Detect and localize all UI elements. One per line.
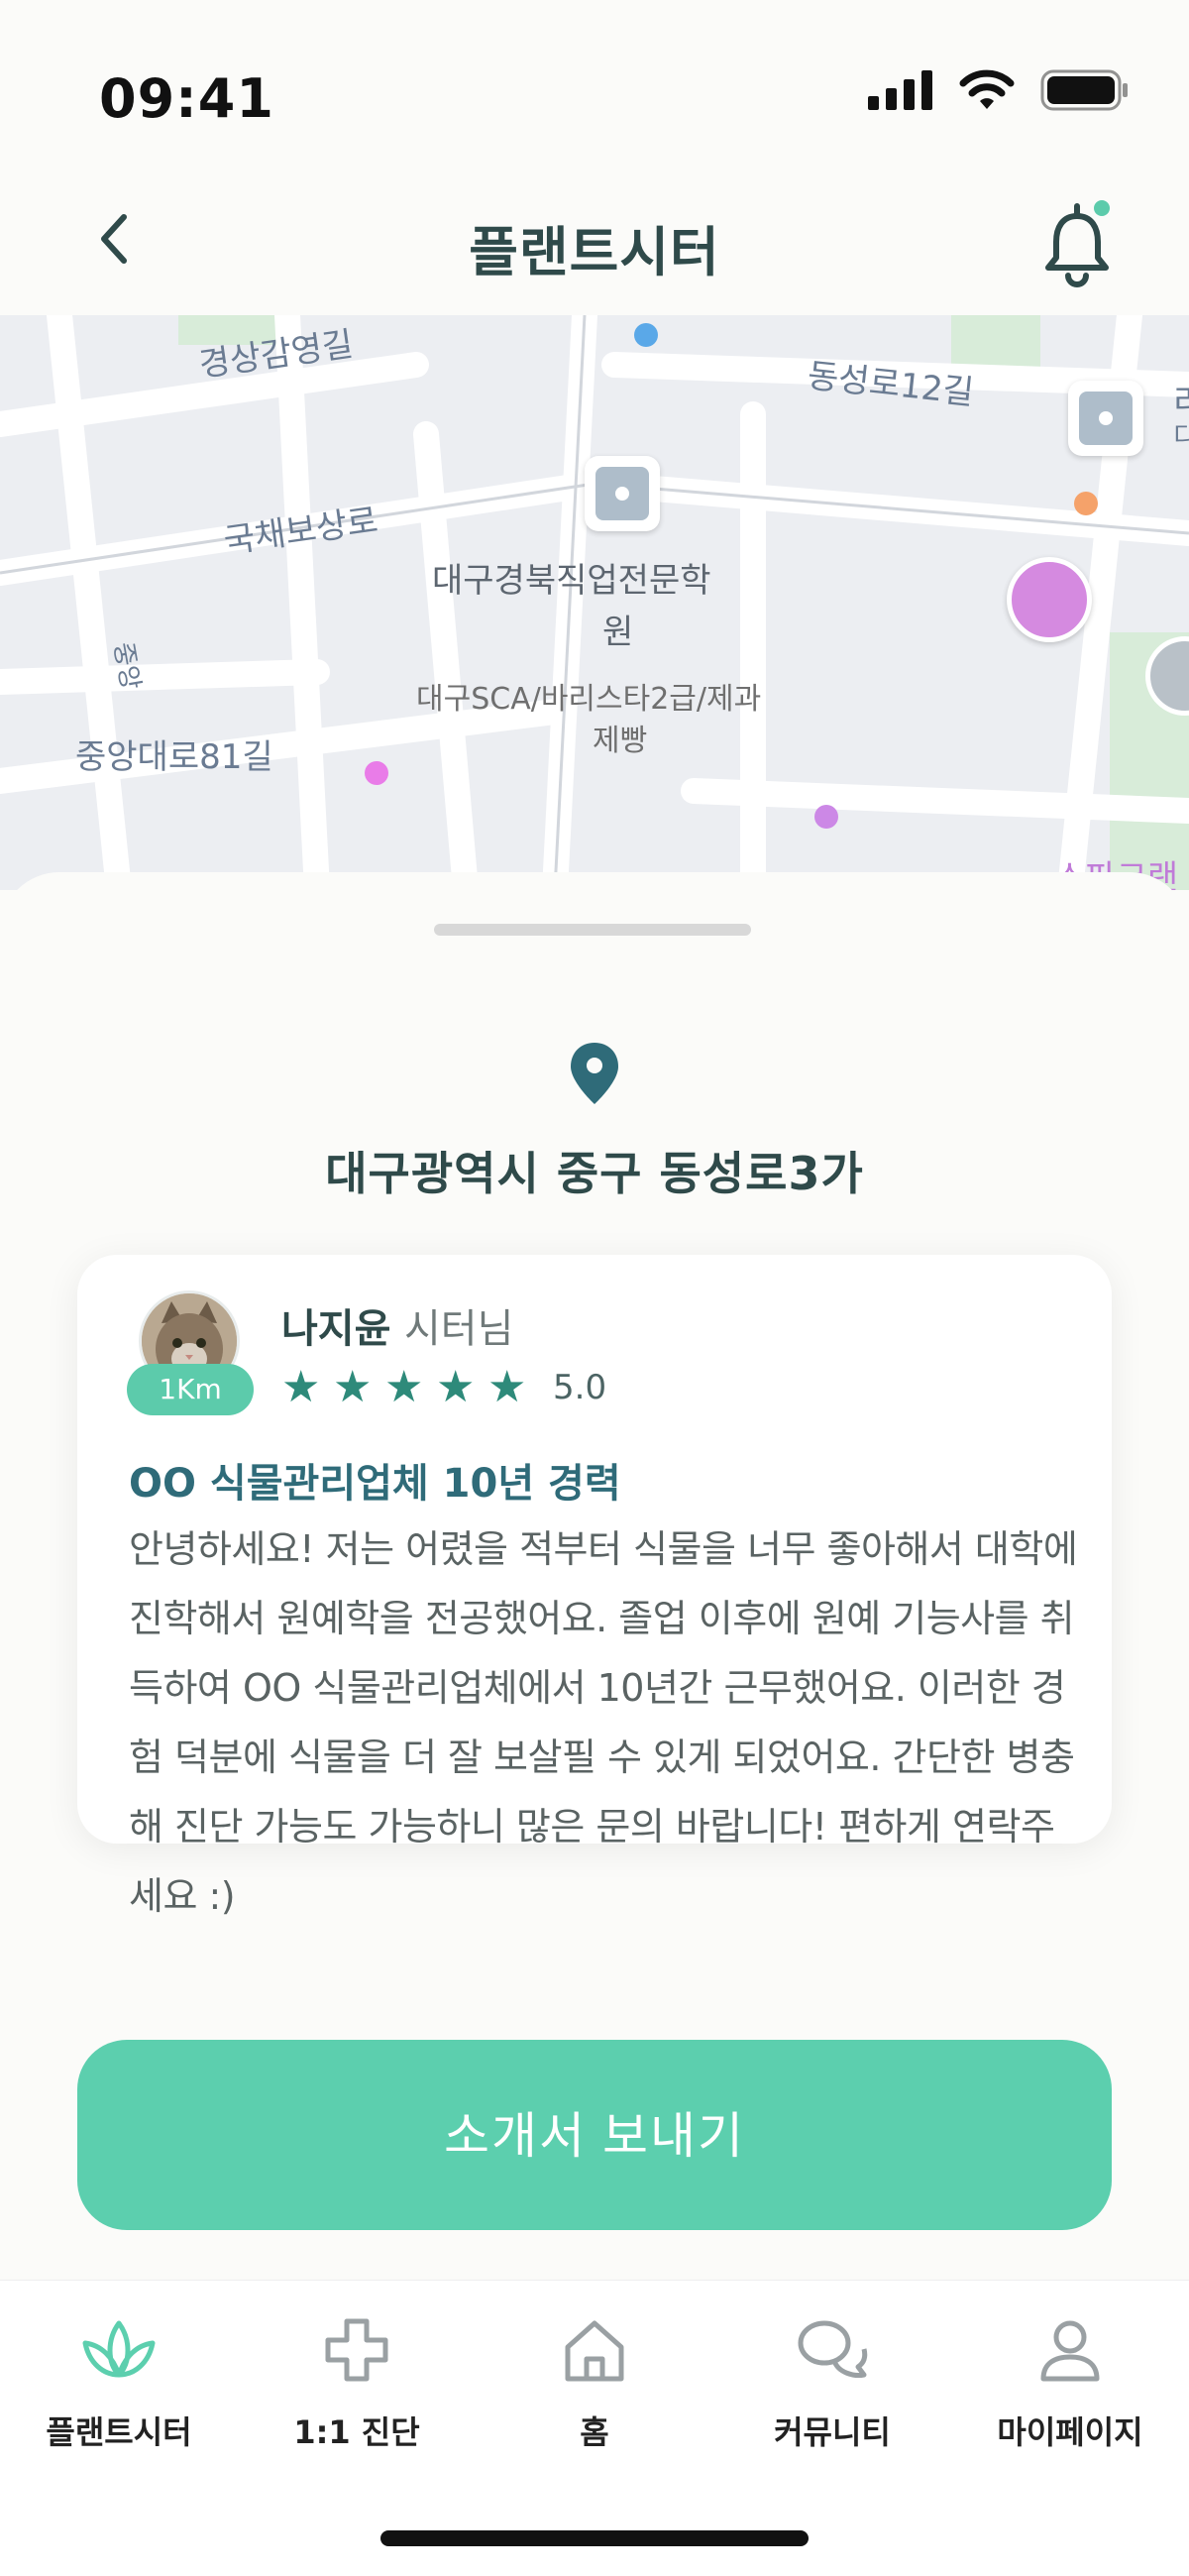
map-dot-purple	[814, 805, 838, 829]
nav-label: 플랜트시터	[46, 2413, 192, 2451]
medical-cross-icon	[317, 2310, 396, 2390]
map-label-academy-sub: 대구SCA/바리스타2급/제과	[416, 682, 762, 717]
map-poi-marker[interactable]	[585, 456, 660, 531]
nav-item-diagnosis[interactable]: 1:1 진단	[238, 2310, 476, 2469]
app-header: 플랜트시터	[0, 168, 1189, 315]
user-icon	[1030, 2310, 1110, 2390]
map-label-academy-sub-2: 제빵	[593, 724, 648, 758]
rating-value: 5.0	[553, 1368, 607, 1407]
battery-icon	[1040, 69, 1130, 115]
wifi-icon	[959, 69, 1015, 115]
status-icons	[868, 69, 1130, 115]
home-icon	[555, 2310, 634, 2390]
map-label-academy: 대구경북직업전문학	[432, 561, 711, 601]
map-dot-blue	[634, 323, 658, 347]
nav-item-home[interactable]: 홈	[476, 2310, 713, 2469]
page-title: 플랜트시터	[469, 221, 720, 283]
status-bar: 09:41	[0, 0, 1189, 168]
star-icon: ★	[333, 1362, 373, 1412]
rating-stars: ★ ★ ★ ★ ★ 5.0	[281, 1366, 606, 1409]
bottom-nav: 플랜트시터 1:1 진단 홈 커뮤니티 마이페이지	[0, 2280, 1189, 2576]
star-icon: ★	[281, 1362, 321, 1412]
sitter-role: 시터님	[404, 1306, 514, 1352]
sitter-introduction: 안녕하세요! 저는 어렸을 적부터 식물을 너무 좋아해서 대학에 진학해서 원…	[129, 1527, 1078, 1918]
nav-item-community[interactable]: 커뮤니티	[713, 2310, 951, 2469]
map-shop-marker[interactable]	[1007, 557, 1092, 642]
nav-label: 홈	[580, 2413, 609, 2451]
nav-label: 마이페이지	[997, 2413, 1143, 2451]
map-view[interactable]: 경상감영길 동성로12길 국채보상로 대구경북직업전문학 원 대구SCA/바리스…	[0, 315, 1189, 890]
bottom-sheet: 대구광역시 중구 동성로3가 1Km 나지윤 시터님 ★ ★ ★ ★ ★ 5.0	[0, 872, 1189, 2280]
address-text: 대구광역시 중구 동성로3가	[325, 1147, 864, 1200]
lotus-icon	[79, 2310, 159, 2390]
nav-item-plantsitter[interactable]: 플랜트시터	[0, 2310, 238, 2469]
map-label-jungang: 중앙대로81길	[75, 737, 273, 777]
sitter-headline: OO 식물관리업체 10년 경력	[129, 1461, 621, 1507]
map-poi-marker-right[interactable]	[1068, 381, 1143, 456]
star-icon: ★	[384, 1362, 424, 1412]
notification-dot	[1094, 200, 1110, 216]
sheet-drag-handle[interactable]	[434, 924, 751, 936]
star-icon: ★	[436, 1362, 476, 1412]
cellular-signal-icon	[868, 70, 933, 114]
nav-label: 1:1 진단	[293, 2413, 420, 2451]
chat-bubbles-icon	[793, 2310, 872, 2390]
distance-badge: 1Km	[127, 1364, 254, 1415]
home-indicator	[380, 2530, 809, 2546]
sitter-card[interactable]: 1Km 나지윤 시터님 ★ ★ ★ ★ ★ 5.0 OO 식물관리업체 10년 …	[77, 1255, 1112, 1918]
map-dot-orange	[1074, 492, 1098, 515]
nav-label: 커뮤니티	[774, 2413, 891, 2451]
nav-item-mypage[interactable]: 마이페이지	[951, 2310, 1189, 2469]
send-introduction-button[interactable]: 소개서 보내기	[77, 2040, 1112, 2230]
sitter-name: 나지윤	[281, 1306, 391, 1352]
map-dot-pink	[365, 761, 388, 785]
status-time: 09:41	[99, 67, 274, 130]
map-label-academy-2: 원	[602, 613, 634, 652]
map-label-edge-3: 디	[1173, 422, 1189, 452]
location-pin-icon	[571, 1043, 618, 1104]
star-icon: ★	[487, 1362, 527, 1412]
notification-button[interactable]	[1032, 192, 1122, 291]
